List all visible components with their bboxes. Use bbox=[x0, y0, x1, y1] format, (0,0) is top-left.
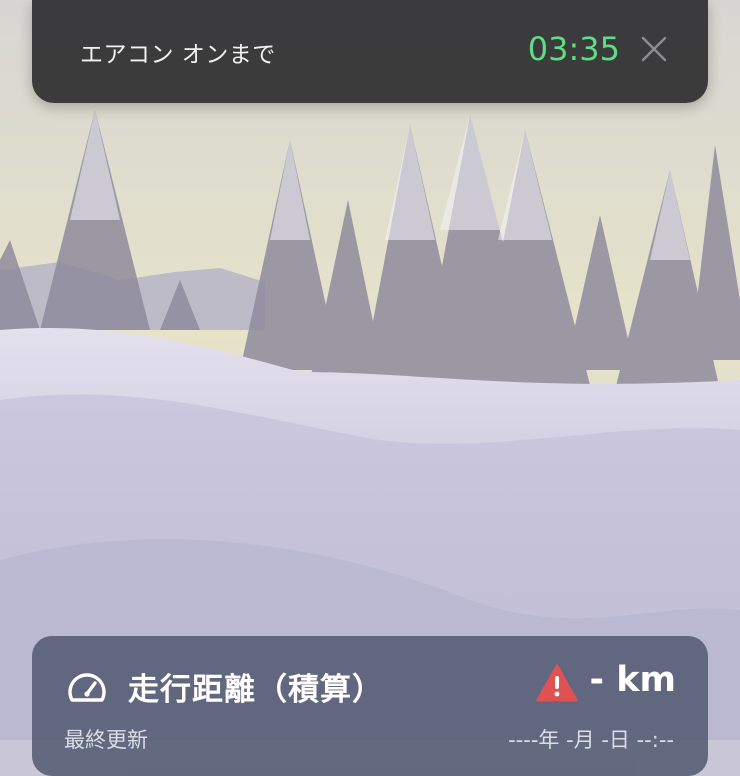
ac-countdown-toast: エアコン オンまで 03:35 bbox=[32, 0, 708, 103]
snowy-forest-background bbox=[0, 0, 740, 740]
warning-icon bbox=[536, 664, 578, 702]
odometer-card[interactable]: 走行距離（積算） - km 最終更新 ----年 -月 -日 --:-- bbox=[32, 636, 708, 776]
toast-label: エアコン オンまで bbox=[80, 42, 276, 68]
odometer-value: - km bbox=[589, 660, 676, 700]
countdown-timer: 03:35 bbox=[527, 30, 620, 68]
last-updated-label: 最終更新 bbox=[64, 728, 148, 752]
last-updated-value: ----年 -月 -日 --:-- bbox=[508, 728, 674, 752]
speedometer-icon bbox=[68, 673, 106, 702]
card-title: 走行距離（積算） bbox=[128, 672, 384, 708]
close-icon[interactable] bbox=[640, 35, 668, 63]
